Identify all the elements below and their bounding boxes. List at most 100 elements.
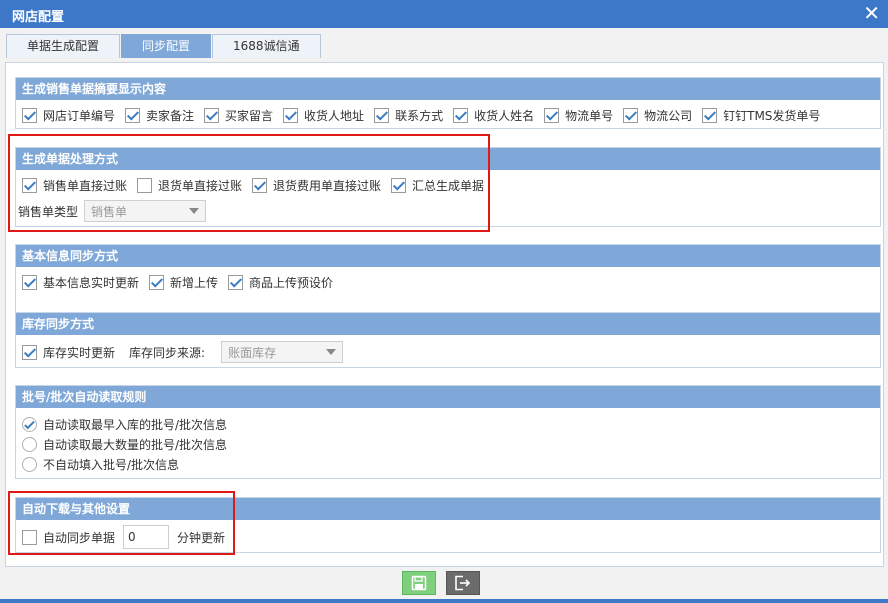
tab-bar: 单据生成配置 同步配置 1688诚信通 (6, 34, 322, 58)
sales-type-select[interactable]: 销售单 (84, 200, 207, 222)
batch-rule-radio-list: 自动读取最早入库的批号/批次信息 自动读取最大数量的批号/批次信息 不自动填入批… (16, 414, 880, 474)
tab-content: 生成销售单据摘要显示内容 网店订单编号 卖家备注 买家留言 收货人地址 联系方式… (5, 62, 884, 567)
exit-button[interactable] (446, 571, 480, 595)
checkbox-label: 基本信息实时更新 (43, 275, 140, 290)
checkbox-label: 汇总生成单据 (412, 178, 485, 193)
checkbox-icon (149, 274, 165, 290)
tab-1688[interactable]: 1688诚信通 (212, 34, 321, 58)
radio-label: 自动读取最大数量的批号/批次信息 (43, 437, 228, 452)
checkbox-stock-realtime[interactable]: 库存实时更新 (22, 344, 115, 361)
checkbox-label: 自动同步单据 (43, 530, 116, 545)
window-title: 网店配置 (12, 10, 65, 25)
checkbox-basic-realtime[interactable]: 基本信息实时更新 (22, 274, 139, 291)
window-titlebar: 网店配置 ✕ (0, 0, 888, 28)
checkbox-sales-post[interactable]: 销售单直接过账 (22, 177, 127, 194)
checkbox-new-upload[interactable]: 新增上传 (149, 274, 218, 291)
group-batch-rule: 批号/批次自动读取规则 自动读取最早入库的批号/批次信息 自动读取最大数量的批号… (15, 385, 881, 479)
group-stock-sync-header: 库存同步方式 (16, 313, 880, 335)
checkbox-icon (453, 107, 469, 123)
checkbox-label: 收货人姓名 (474, 108, 535, 123)
basic-sync-checkbox-row: 基本信息实时更新 新增上传 商品上传预设价 (16, 271, 880, 293)
exit-icon (455, 575, 471, 591)
checkbox-icon (125, 107, 141, 123)
checkbox-label: 卖家备注 (146, 108, 195, 123)
stock-source-value: 账面库存 (228, 345, 277, 360)
radio-icon (22, 416, 37, 432)
dialog-body: 单据生成配置 同步配置 1688诚信通 生成销售单据摘要显示内容 网店订单编号 … (0, 28, 888, 603)
checkbox-label: 物流单号 (565, 108, 614, 123)
chevron-down-icon (326, 349, 337, 355)
radio-earliest-batch[interactable]: 自动读取最早入库的批号/批次信息 (16, 414, 880, 434)
checkbox-merge-documents[interactable]: 汇总生成单据 (391, 177, 484, 194)
group-processing: 生成单据处理方式 销售单直接过账 退货单直接过账 退货费用单直接过账 汇总生成单… (15, 147, 881, 227)
sync-minutes-suffix: 分钟更新 (177, 530, 226, 545)
checkbox-icon (137, 177, 153, 193)
checkbox-label: 商品上传预设价 (249, 275, 334, 290)
checkbox-icon (391, 177, 407, 193)
group-auto-download: 自动下载与其他设置 自动同步单据 分钟更新 (15, 497, 881, 553)
checkbox-return-post[interactable]: 退货单直接过账 (137, 177, 242, 194)
checkbox-order-number[interactable]: 网店订单编号 (22, 107, 115, 124)
auto-download-row: 自动同步单据 分钟更新 (16, 525, 880, 549)
radio-icon (22, 436, 37, 452)
checkbox-contact[interactable]: 联系方式 (374, 107, 443, 124)
save-button[interactable] (402, 571, 436, 595)
radio-label: 不自动填入批号/批次信息 (43, 457, 180, 472)
checkbox-upload-preset-price[interactable]: 商品上传预设价 (228, 274, 333, 291)
floppy-disk-icon (411, 575, 427, 591)
sales-type-label: 销售单类型 (18, 204, 79, 219)
group-stock-sync: 库存同步方式 库存实时更新 库存同步来源: 账面库存 (15, 312, 881, 368)
checkbox-label: 买家留言 (225, 108, 274, 123)
radio-max-quantity-batch[interactable]: 自动读取最大数量的批号/批次信息 (16, 434, 880, 454)
checkbox-receiver-address[interactable]: 收货人地址 (283, 107, 364, 124)
checkbox-return-fee-post[interactable]: 退货费用单直接过账 (252, 177, 381, 194)
checkbox-seller-note[interactable]: 卖家备注 (125, 107, 194, 124)
checkbox-icon (623, 107, 639, 123)
checkbox-label: 退货费用单直接过账 (273, 178, 382, 193)
checkbox-label: 库存实时更新 (43, 345, 116, 360)
tab-sync-config[interactable]: 同步配置 (121, 34, 212, 58)
bottom-border (0, 599, 888, 603)
group-basic-sync-header: 基本信息同步方式 (16, 245, 880, 267)
checkbox-icon (22, 107, 37, 123)
radio-label: 自动读取最早入库的批号/批次信息 (43, 417, 228, 432)
group-processing-header: 生成单据处理方式 (16, 148, 880, 170)
stock-sync-row: 库存实时更新 库存同步来源: 账面库存 (16, 341, 880, 363)
checkbox-icon (204, 107, 220, 123)
tab-document-generation[interactable]: 单据生成配置 (6, 34, 121, 58)
checkbox-label: 新增上传 (170, 275, 219, 290)
group-summary-header: 生成销售单据摘要显示内容 (16, 78, 880, 100)
checkbox-receiver-name[interactable]: 收货人姓名 (453, 107, 534, 124)
checkbox-label: 退货单直接过账 (158, 178, 243, 193)
group-batch-rule-header: 批号/批次自动读取规则 (16, 386, 880, 408)
sales-type-row: 销售单类型 销售单 (16, 200, 880, 222)
checkbox-icon (22, 177, 37, 193)
summary-checkbox-row: 网店订单编号 卖家备注 买家留言 收货人地址 联系方式 收货人姓名 物流单号 物… (16, 104, 880, 126)
checkbox-label: 销售单直接过账 (43, 178, 128, 193)
stock-source-select[interactable]: 账面库存 (221, 341, 344, 363)
checkbox-logistics-company[interactable]: 物流公司 (623, 107, 692, 124)
checkbox-label: 网店订单编号 (43, 108, 116, 123)
checkbox-icon (22, 274, 37, 290)
close-icon[interactable]: ✕ (863, 1, 880, 25)
checkbox-label: 钉钉TMS发货单号 (723, 108, 821, 123)
checkbox-tracking-number[interactable]: 物流单号 (544, 107, 613, 124)
chevron-down-icon (189, 208, 200, 214)
checkbox-icon (702, 107, 718, 123)
checkbox-label: 物流公司 (644, 108, 693, 123)
checkbox-dingtalk-tms[interactable]: 钉钉TMS发货单号 (702, 107, 820, 124)
checkbox-label: 收货人地址 (304, 108, 365, 123)
checkbox-auto-sync[interactable]: 自动同步单据 (22, 529, 115, 546)
group-summary: 生成销售单据摘要显示内容 网店订单编号 卖家备注 买家留言 收货人地址 联系方式… (15, 77, 881, 129)
checkbox-label: 联系方式 (395, 108, 444, 123)
checkbox-icon (374, 107, 390, 123)
checkbox-icon (228, 274, 244, 290)
checkbox-icon (22, 529, 37, 545)
sync-minutes-input[interactable] (123, 525, 170, 549)
sales-type-value: 销售单 (91, 204, 128, 219)
checkbox-icon (283, 107, 299, 123)
radio-no-auto-batch[interactable]: 不自动填入批号/批次信息 (16, 454, 880, 474)
processing-checkbox-row: 销售单直接过账 退货单直接过账 退货费用单直接过账 汇总生成单据 (16, 174, 880, 196)
checkbox-icon (544, 107, 560, 123)
checkbox-buyer-message[interactable]: 买家留言 (204, 107, 273, 124)
